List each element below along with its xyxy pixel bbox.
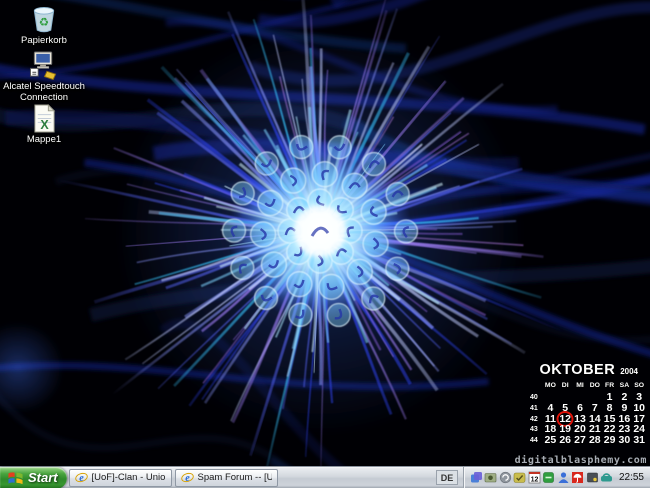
calendar-day-header: MO	[543, 380, 558, 392]
graphics-utility-icon[interactable]	[484, 471, 497, 484]
calendar-week-number: 40	[530, 392, 543, 403]
taskbar-task-uof-clan[interactable]: e [UoF]-Clan - Union of...	[69, 469, 172, 487]
calendar-day-header: DO	[587, 380, 602, 392]
wallpaper-watermark: digitalblasphemy.com	[515, 455, 647, 466]
language-indicator[interactable]: DE	[436, 470, 458, 485]
user-status-icon[interactable]	[557, 471, 570, 484]
desktop: ♻ Papierkorb Alcatel Speedtouch Connecti…	[0, 0, 650, 488]
calendar-week-number: 41	[530, 403, 543, 414]
recycle-bin-icon: ♻	[29, 4, 59, 34]
svg-text:♻: ♻	[39, 16, 49, 29]
calendar-year: 2004	[620, 367, 638, 376]
taskbar: Start e [UoF]-Clan - Union of... e Spam …	[0, 466, 650, 488]
taskbar-task-spam-forum[interactable]: e Spam Forum -- [UoF]-...	[175, 469, 278, 487]
calendar-day: 30	[617, 435, 632, 446]
calendar-week-number: 42	[530, 414, 543, 425]
calendar-day: 10	[632, 403, 647, 414]
desktop-icon-papierkorb[interactable]: ♻ Papierkorb	[0, 4, 92, 47]
wallpaper-calendar: OKTOBER 2004 MODIMIDOFRSASO4012341456789…	[530, 362, 648, 446]
calendar-day: 27	[573, 435, 588, 446]
calendar-week-number: 43	[530, 424, 543, 435]
task-label: [UoF]-Clan - Union of...	[92, 472, 166, 483]
green-utility-icon[interactable]	[542, 471, 555, 484]
start-button-label: Start	[28, 470, 64, 485]
calendar-day: 6	[573, 403, 588, 414]
task-label: Spam Forum -- [UoF]-...	[198, 472, 272, 483]
system-tray: 12	[463, 467, 650, 488]
calendar-day: 25	[543, 435, 558, 446]
date-icon[interactable]: 12	[528, 471, 541, 484]
messenger-icon[interactable]	[470, 471, 483, 484]
windows-logo-icon	[7, 470, 24, 485]
calendar-month-title: OKTOBER	[539, 362, 615, 378]
start-button[interactable]: Start	[0, 467, 67, 488]
svg-text:12: 12	[531, 476, 539, 483]
desktop-icon-mappe1[interactable]: X Mappe1	[0, 103, 92, 146]
desktop-icon-label: Mappe1	[27, 135, 61, 146]
calendar-day: 4	[543, 403, 558, 414]
calendar-grid: MODIMIDOFRSASO40123414567891042111213141…	[530, 380, 648, 446]
calendar-day-header: MI	[573, 380, 588, 392]
calendar-day: 26	[558, 435, 573, 446]
calendar-day: 28	[587, 435, 602, 446]
desktop-icon-alcatel-speedtouch[interactable]: Alcatel Speedtouch Connection	[0, 50, 92, 104]
scheduler-icon[interactable]	[513, 471, 526, 484]
desktop-icon-label: Alcatel Speedtouch Connection	[0, 82, 92, 104]
audio-device-icon[interactable]	[586, 471, 599, 484]
svg-text:X: X	[40, 118, 49, 132]
update-icon[interactable]	[499, 471, 512, 484]
calendar-day: 31	[632, 435, 647, 446]
calendar-day: 29	[602, 435, 617, 446]
desktop-icon-label: Papierkorb	[21, 36, 67, 47]
calendar-week-number: 44	[530, 435, 543, 446]
internet-explorer-icon: e	[181, 471, 194, 484]
internet-explorer-icon: e	[75, 471, 88, 484]
calendar-day: 9	[617, 403, 632, 414]
svg-text:e: e	[185, 473, 190, 484]
antivirus-icon[interactable]	[571, 471, 584, 484]
modem-icon[interactable]	[600, 471, 613, 484]
svg-text:e: e	[79, 473, 84, 484]
excel-workbook-icon: X	[32, 103, 57, 133]
taskbar-clock[interactable]: 22:55	[619, 472, 644, 483]
calendar-corner	[530, 380, 543, 392]
calendar-day: 7	[587, 403, 602, 414]
calendar-day: 8	[602, 403, 617, 414]
dialup-connection-icon	[27, 50, 61, 80]
calendar-day-header: DI	[558, 380, 573, 392]
